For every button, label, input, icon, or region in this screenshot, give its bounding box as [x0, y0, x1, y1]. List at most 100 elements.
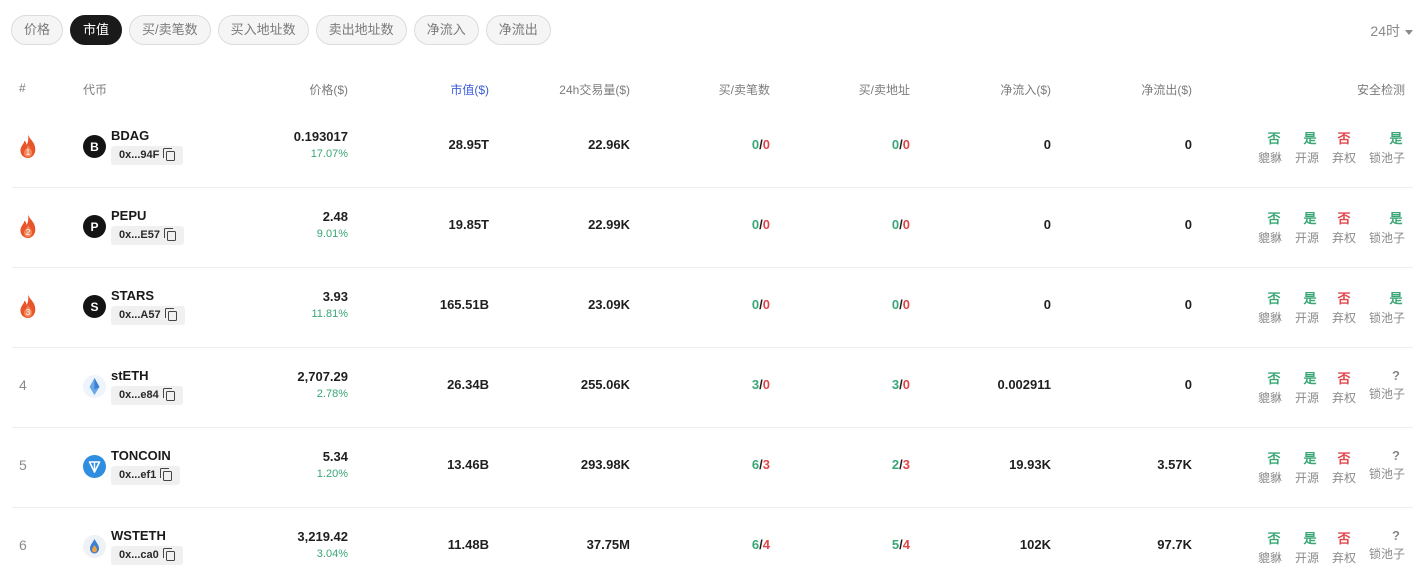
sell-address-count: 0 — [903, 377, 910, 392]
security-label: 貔貅 — [1256, 549, 1284, 566]
table-row[interactable]: 3 S STARS 0x...A57 3.93 11.81% 165.51B 2… — [12, 268, 1413, 348]
filter-buy-sell-txs[interactable]: 买/卖笔数 — [129, 15, 211, 45]
buy-sell-txs: 3/0 — [752, 377, 770, 392]
token-address-chip[interactable]: 0x...ca0 — [111, 546, 183, 565]
steth-icon — [83, 375, 106, 398]
token-symbol[interactable]: TONCOIN — [111, 448, 171, 463]
rank-number: 6 — [19, 537, 49, 553]
token-symbol[interactable]: STARS — [111, 288, 154, 303]
token-symbol[interactable]: WSTETH — [111, 528, 166, 543]
header-price[interactable]: 价格($) — [309, 81, 348, 98]
price-change: 3.04% — [317, 548, 348, 560]
security-value: 是 — [1367, 208, 1407, 227]
copy-icon[interactable] — [166, 151, 175, 161]
table-row[interactable]: 2 P PEPU 0x...E57 2.48 9.01% 19.85T 22.9… — [12, 188, 1413, 268]
filter-buy-addresses[interactable]: 买入地址数 — [218, 15, 309, 45]
security-label: 弃权 — [1330, 469, 1358, 486]
filter-sell-addresses[interactable]: 卖出地址数 — [316, 15, 407, 45]
token-symbol[interactable]: stETH — [111, 368, 149, 383]
volume-value: 293.98K — [581, 457, 630, 472]
table-row[interactable]: 5 TONCOIN 0x...ef1 5.34 1.20% 13.46B 293… — [12, 428, 1413, 508]
security-value: ? — [1367, 448, 1407, 463]
copy-icon[interactable] — [168, 311, 177, 321]
buy-sell-addresses: 3/0 — [892, 377, 910, 392]
buy-sell-addresses: 2/3 — [892, 457, 910, 472]
rank-number: 4 — [19, 377, 49, 393]
volume-value: 37.75M — [587, 537, 630, 552]
header-rank: # — [19, 81, 26, 95]
table-row[interactable]: 1 B BDAG 0x...94F 0.193017 17.07% 28.95T… — [12, 108, 1413, 188]
buy-sell-txs: 0/0 — [752, 217, 770, 232]
copy-icon[interactable] — [166, 391, 175, 401]
time-range-value: 24时 — [1370, 21, 1400, 41]
market-cap-value: 11.48B — [448, 537, 489, 552]
header-outflow[interactable]: 净流出($) — [1141, 81, 1192, 98]
token-address-chip[interactable]: 0x...ef1 — [111, 466, 180, 485]
security-label: 锁池子 — [1367, 385, 1407, 402]
table-row[interactable]: 4 stETH 0x...e84 2,707.29 2.78% 26.34B 2… — [12, 348, 1413, 428]
token-address-chip[interactable]: 0x...E57 — [111, 226, 184, 245]
token-address: 0x...A57 — [119, 306, 161, 325]
security-label: 弃权 — [1330, 389, 1358, 406]
header-txs[interactable]: 买/卖笔数 — [719, 81, 770, 98]
copy-icon[interactable] — [167, 231, 176, 241]
token-address-chip[interactable]: 0x...94F — [111, 146, 183, 165]
security-label: 开源 — [1293, 389, 1321, 406]
hot-flame-icon: 1 — [18, 133, 38, 159]
time-range-select[interactable]: 24时 — [1370, 21, 1413, 41]
header-token: 代币 — [83, 81, 107, 98]
buy-sell-addresses: 5/4 — [892, 537, 910, 552]
header-volume[interactable]: 24h交易量($) — [559, 81, 630, 98]
market-cap-value: 13.46B — [447, 457, 489, 472]
security-label: 开源 — [1293, 469, 1321, 486]
market-cap-value: 28.95T — [449, 137, 489, 152]
filter-net-inflow[interactable]: 净流入 — [414, 15, 479, 45]
price-change: 11.81% — [312, 308, 349, 320]
filter-market-cap[interactable]: 市值 — [70, 15, 122, 45]
price-change: 9.01% — [317, 228, 348, 240]
filter-price[interactable]: 价格 — [11, 15, 63, 45]
token-symbol[interactable]: BDAG — [111, 128, 149, 143]
header-addresses[interactable]: 买/卖地址 — [859, 81, 910, 98]
net-inflow-value: 0.002911 — [997, 377, 1051, 392]
token-symbol[interactable]: PEPU — [111, 208, 146, 223]
token-avatar: S — [83, 295, 106, 318]
security-honeypot: 否 貔貅 — [1256, 208, 1284, 248]
net-inflow-value: 0 — [1044, 217, 1051, 232]
copy-icon[interactable] — [163, 471, 172, 481]
token-avatar: B — [83, 135, 106, 158]
security-label: 开源 — [1293, 229, 1321, 246]
security-liquidity-locked: ? 锁池子 — [1367, 528, 1407, 568]
security-label: 开源 — [1293, 549, 1321, 566]
security-open-source: 是 开源 — [1293, 128, 1321, 168]
security-honeypot: 否 貔貅 — [1256, 128, 1284, 168]
table-row[interactable]: 6 WSTETH 0x...ca0 3,219.42 3.04% 11.48B … — [12, 508, 1413, 583]
header-market-cap[interactable]: 市值($) — [450, 81, 489, 98]
security-label: 貔貅 — [1256, 149, 1284, 166]
volume-value: 255.06K — [581, 377, 630, 392]
net-outflow-value: 3.57K — [1157, 457, 1192, 472]
security-renounced: 否 弃权 — [1330, 288, 1358, 328]
volume-value: 22.96K — [588, 137, 630, 152]
price-value: 0.193017 — [294, 129, 348, 144]
security-value: 否 — [1256, 288, 1284, 307]
security-value: 否 — [1330, 448, 1358, 467]
header-inflow[interactable]: 净流入($) — [1000, 81, 1051, 98]
token-address-chip[interactable]: 0x...A57 — [111, 306, 185, 325]
security-label: 锁池子 — [1367, 149, 1407, 166]
filter-net-outflow[interactable]: 净流出 — [486, 15, 551, 45]
security-value: ? — [1367, 528, 1407, 543]
security-honeypot: 否 貔貅 — [1256, 368, 1284, 408]
token-address: 0x...e84 — [119, 386, 159, 405]
volume-value: 23.09K — [588, 297, 630, 312]
sell-count: 0 — [763, 137, 770, 152]
security-label: 弃权 — [1330, 229, 1358, 246]
token-address-chip[interactable]: 0x...e84 — [111, 386, 183, 405]
security-value: 否 — [1256, 448, 1284, 467]
sell-count: 0 — [763, 217, 770, 232]
rank-number: 5 — [19, 457, 49, 473]
security-value: 是 — [1367, 128, 1407, 147]
table-header: # 代币 价格($) 市值($) 24h交易量($) 买/卖笔数 买/卖地址 净… — [12, 70, 1413, 108]
net-inflow-value: 0 — [1044, 297, 1051, 312]
copy-icon[interactable] — [166, 551, 175, 561]
